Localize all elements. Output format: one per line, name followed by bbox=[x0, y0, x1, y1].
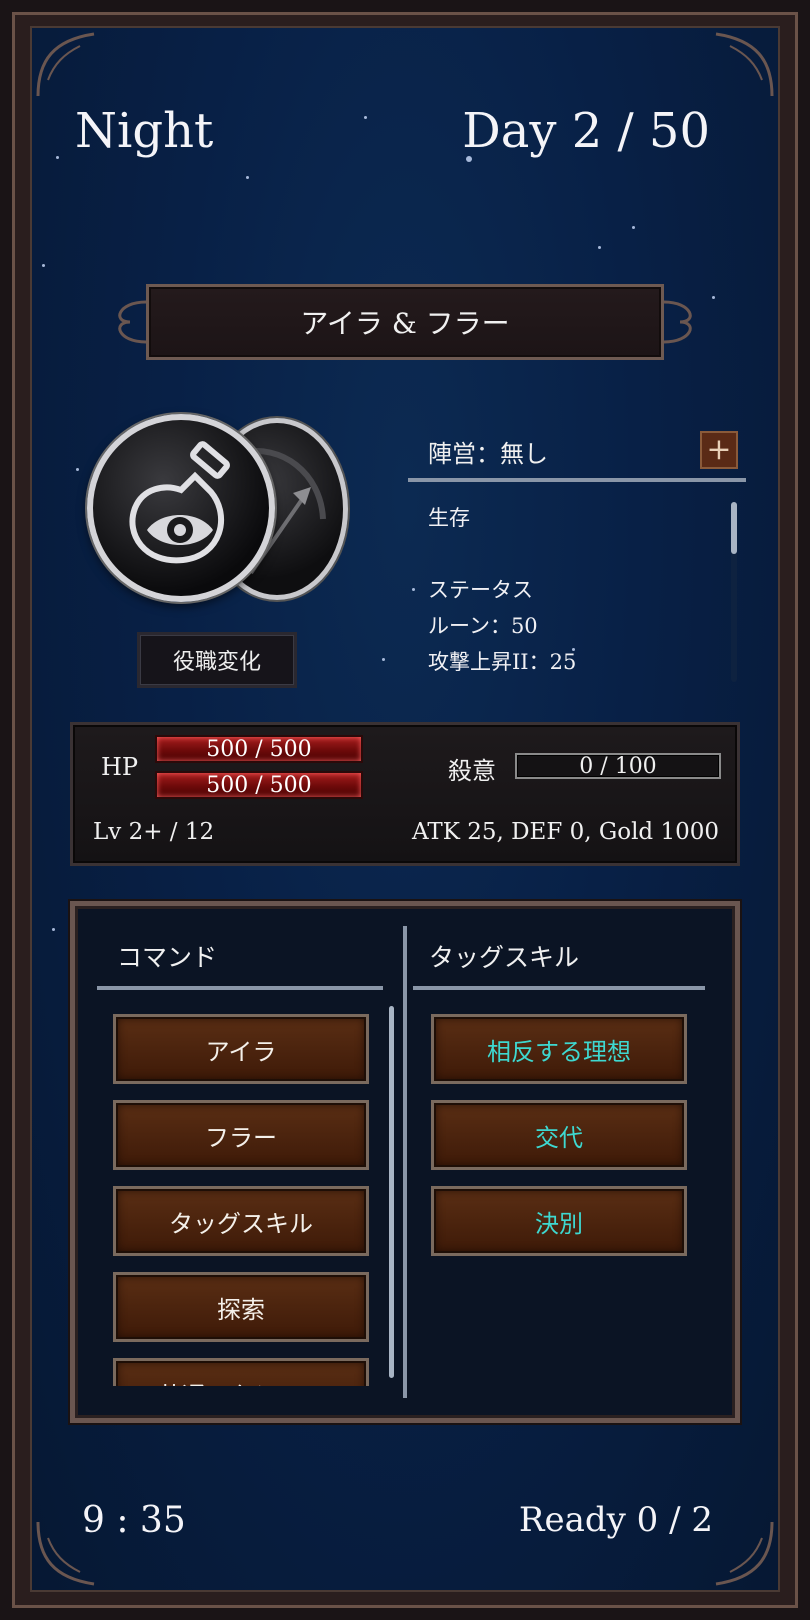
corner-ornament-icon bbox=[715, 1521, 774, 1586]
skill-conflicting-ideals-button[interactable]: 相反する理想 bbox=[431, 1014, 687, 1084]
stats-panel: HP 500 / 500 500 / 500 殺意 0 / 100 Lv 2+ … bbox=[70, 722, 740, 866]
tag-skill-header-line bbox=[413, 986, 705, 990]
command-aira-button[interactable]: アイラ bbox=[113, 1014, 369, 1084]
status-line: ステータス bbox=[428, 578, 533, 602]
phase-label: Night bbox=[75, 103, 214, 159]
level-label: Lv 2+ / 12 bbox=[93, 819, 215, 845]
corner-ornament-icon bbox=[36, 32, 95, 97]
status-list: 生存 ステータス ルーン：50 攻撃上昇II：25 bbox=[428, 500, 576, 680]
job-change-button[interactable]: 役職変化 bbox=[137, 632, 297, 688]
command-scrollbar[interactable] bbox=[389, 1006, 394, 1378]
command-list: アイラ フラー タッグスキル 探索 共通アクション bbox=[105, 1006, 375, 1386]
command-tag-skill-button[interactable]: タッグスキル bbox=[113, 1186, 369, 1256]
hp-label: HP bbox=[101, 753, 139, 781]
ready-counter: Ready 0 / 2 bbox=[518, 1500, 713, 1540]
plate-ornament-right-icon bbox=[663, 300, 692, 344]
kill-intent-bar: 0 / 100 bbox=[515, 753, 721, 779]
character-name: アイラ & フラー bbox=[300, 307, 510, 340]
tag-skill-header: タッグスキル bbox=[429, 943, 580, 972]
kill-intent-label: 殺意 bbox=[448, 757, 496, 785]
command-common-action-button[interactable]: 共通アクション bbox=[113, 1358, 369, 1386]
corner-ornament-icon bbox=[715, 32, 774, 97]
command-panel: コマンド タッグスキル アイラ フラー タッグスキル 探索 共通アクション 相反… bbox=[70, 901, 740, 1423]
status-line: 攻撃上昇II：25 bbox=[428, 650, 577, 674]
stats-summary: ATK 25, DEF 0, Gold 1000 bbox=[412, 819, 719, 845]
turn-timer: 9 : 35 bbox=[82, 1500, 186, 1541]
potion-eye-icon bbox=[129, 441, 230, 564]
hp-bar-secondary: 500 / 500 bbox=[155, 771, 363, 799]
command-explore-button[interactable]: 探索 bbox=[113, 1272, 369, 1342]
status-scrollbar-thumb[interactable] bbox=[731, 502, 737, 554]
faction-label: 陣営：無し bbox=[428, 440, 548, 468]
status-line bbox=[428, 536, 576, 572]
hp-bar-primary: 500 / 500 bbox=[155, 735, 363, 763]
status-line: 生存 bbox=[428, 506, 470, 530]
column-divider bbox=[403, 926, 407, 1398]
skill-farewell-button[interactable]: 決別 bbox=[431, 1186, 687, 1256]
faction-divider bbox=[408, 478, 746, 482]
command-fura-button[interactable]: フラー bbox=[113, 1100, 369, 1170]
command-header-line bbox=[97, 986, 383, 990]
active-character-portrait[interactable] bbox=[87, 414, 275, 602]
status-line: ルーン：50 bbox=[428, 614, 538, 638]
plate-ornament-left-icon bbox=[118, 300, 147, 344]
skill-switch-button[interactable]: 交代 bbox=[431, 1100, 687, 1170]
command-header: コマンド bbox=[117, 943, 218, 972]
add-faction-button[interactable]: + bbox=[700, 431, 738, 469]
character-name-plate: アイラ & フラー bbox=[146, 284, 664, 360]
day-counter: Day 2 / 50 bbox=[462, 103, 710, 159]
